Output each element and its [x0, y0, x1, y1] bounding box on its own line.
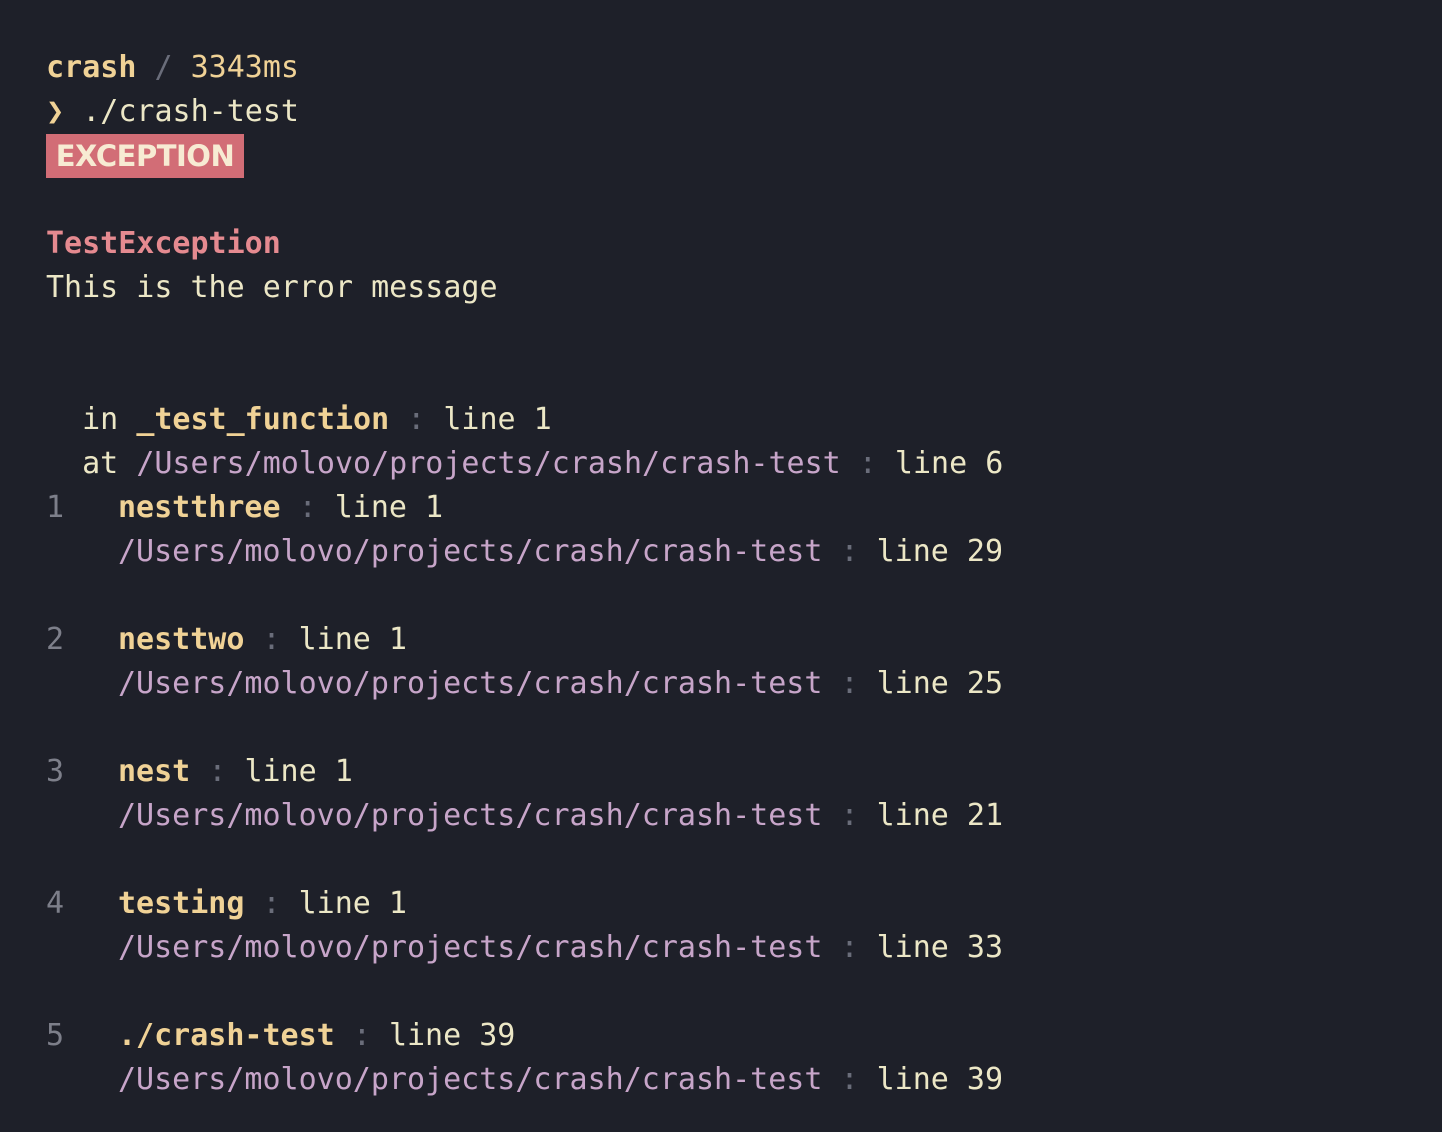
colon-separator: : [840, 930, 859, 965]
frame-file-line-number: line 33 [876, 930, 1004, 965]
frame-function-line-number: line 1 [244, 754, 353, 789]
frame-index: 2 [46, 622, 65, 657]
frame-function-line-number: line 39 [388, 1018, 516, 1053]
exception-badge: EXCEPTION [46, 134, 244, 178]
frame-file-line: /Users/molovo/projects/crash/crash-test … [118, 1058, 1003, 1102]
colon-separator: : [298, 490, 317, 525]
frame-function-line-number: line 1 [298, 622, 407, 657]
frame-index: 4 [46, 886, 65, 921]
colon-separator: : [262, 622, 281, 657]
frame-function: nesttwo [118, 622, 245, 657]
origin-function-line: in _test_function : line 1 [46, 354, 552, 437]
frame-file-line: /Users/molovo/projects/crash/crash-test … [118, 662, 1003, 706]
frame-function-line: nest : line 1 [118, 750, 353, 794]
colon-separator: : [352, 1018, 371, 1053]
frame-function: ./crash-test [118, 1018, 335, 1053]
at-label: at [82, 446, 119, 481]
frame-function-line: testing : line 1 [118, 882, 407, 926]
frame-file-path: /Users/molovo/projects/crash/crash-test [118, 798, 823, 833]
colon-separator: : [262, 886, 281, 921]
origin-file-line-number: line 6 [894, 446, 1004, 481]
frame-file-line-number: line 29 [876, 534, 1004, 569]
frame-file-path: /Users/molovo/projects/crash/crash-test [118, 534, 823, 569]
frame-file-path: /Users/molovo/projects/crash/crash-test [118, 666, 823, 701]
frame-function-line: nestthree : line 1 [118, 486, 443, 530]
colon-separator: : [840, 666, 859, 701]
frame-file-path: /Users/molovo/projects/crash/crash-test [118, 930, 823, 965]
status-line: crash / 3343ms [10, 2, 299, 85]
frame-file-line-number: line 39 [876, 1062, 1004, 1097]
frame-function: testing [118, 886, 245, 921]
frame-file-line: /Users/molovo/projects/crash/crash-test … [118, 530, 1003, 574]
origin-file-path: /Users/molovo/projects/crash/crash-test [136, 446, 841, 481]
prompt-arrow-icon: ❯ [46, 94, 65, 129]
frame-file-line: /Users/molovo/projects/crash/crash-test … [118, 926, 1003, 970]
frame-function-line: ./crash-test : line 39 [118, 1014, 515, 1058]
frame-index: 1 [46, 490, 65, 525]
colon-separator: : [840, 534, 859, 569]
frame-function-line: nesttwo : line 1 [118, 618, 407, 662]
colon-separator: : [840, 798, 859, 833]
prompt-command: ./crash-test [82, 94, 299, 129]
exception-message: This is the error message [46, 270, 498, 305]
frame-file-path: /Users/molovo/projects/crash/crash-test [118, 1062, 823, 1097]
frame-function-line-number: line 1 [298, 886, 407, 921]
colon-separator: : [208, 754, 227, 789]
frame-function: nest [118, 754, 191, 789]
frame-function-line-number: line 1 [334, 490, 444, 525]
frame-file-line: /Users/molovo/projects/crash/crash-test … [118, 794, 1003, 838]
frame-file-line-number: line 21 [876, 798, 1004, 833]
frame-file-line-number: line 25 [876, 666, 1004, 701]
exception-name: TestException [46, 226, 281, 261]
origin-file-line: at /Users/molovo/projects/crash/crash-te… [46, 398, 1003, 481]
colon-separator: : [840, 1062, 859, 1097]
frame-index: 5 [46, 1018, 65, 1053]
frame-index: 3 [46, 754, 65, 789]
colon-separator: : [858, 446, 877, 481]
prompt-line: ❯ ./crash-test [10, 46, 299, 129]
frame-function: nestthree [118, 490, 281, 525]
